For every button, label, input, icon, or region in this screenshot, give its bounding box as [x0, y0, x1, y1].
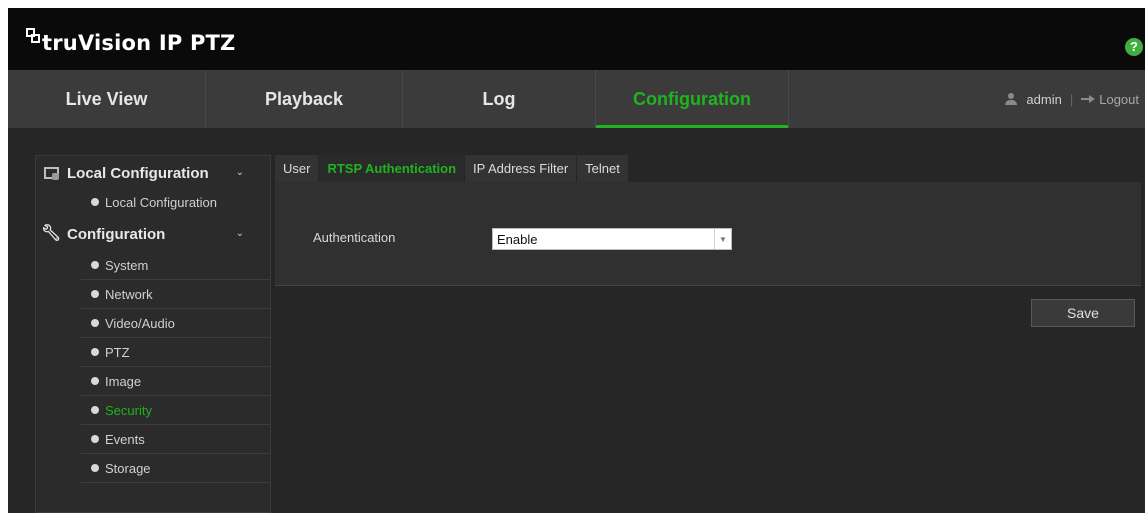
- tab-telnet[interactable]: Telnet: [577, 155, 629, 182]
- bullet-icon: [91, 348, 99, 356]
- logout-icon[interactable]: [1081, 95, 1096, 103]
- sidebar-item-system[interactable]: System: [81, 251, 270, 280]
- tab-live-view[interactable]: Live View: [8, 70, 206, 128]
- sidebar-group-label: Configuration: [67, 225, 166, 243]
- tab-user[interactable]: User: [275, 155, 320, 182]
- tab-configuration[interactable]: Configuration: [596, 70, 789, 128]
- chevron-down-icon[interactable]: ⌄: [236, 228, 244, 239]
- tab-ip-address-filter[interactable]: IP Address Filter: [465, 155, 578, 182]
- sidebar-item-label: PTZ: [105, 344, 130, 360]
- sidebar-group-local-configuration[interactable]: Local Configuration ⌄: [36, 156, 270, 190]
- tab-playback[interactable]: Playback: [206, 70, 403, 128]
- save-button[interactable]: Save: [1031, 299, 1135, 327]
- sidebar-group-label: Local Configuration: [67, 164, 209, 182]
- sidebar-group-configuration[interactable]: 🔧︎ Configuration ⌄: [36, 217, 270, 251]
- sidebar-item-local-configuration[interactable]: Local Configuration: [81, 190, 270, 214]
- main-nav: Live View Playback Log Configuration: [8, 70, 1145, 128]
- sidebar: Local Configuration ⌄ Local Configuratio…: [35, 155, 271, 513]
- sidebar-item-label: Video/Audio: [105, 315, 175, 331]
- app-window: truVision IP PTZ ? Live View Playback Lo…: [8, 8, 1145, 513]
- bullet-icon: [91, 198, 99, 206]
- sidebar-item-label: Security: [105, 402, 152, 418]
- sidebar-item-security[interactable]: Security: [81, 396, 270, 425]
- bullet-icon: [91, 290, 99, 298]
- help-icon[interactable]: ?: [1125, 38, 1143, 56]
- sidebar-item-storage[interactable]: Storage: [81, 454, 270, 483]
- chevron-down-icon[interactable]: ⌄: [236, 167, 244, 178]
- bullet-icon: [91, 261, 99, 269]
- bullet-icon: [91, 435, 99, 443]
- content-area: User RTSP Authentication IP Address Filt…: [275, 155, 1145, 513]
- sidebar-item-events[interactable]: Events: [81, 425, 270, 454]
- sidebar-item-image[interactable]: Image: [81, 367, 270, 396]
- bullet-icon: [91, 319, 99, 327]
- chevron-down-icon: ▼: [714, 229, 731, 249]
- tab-rtsp-authentication[interactable]: RTSP Authentication: [319, 155, 466, 182]
- sidebar-item-label: System: [105, 257, 149, 273]
- brand-name: truVision IP PTZ: [42, 31, 236, 55]
- tab-log[interactable]: Log: [403, 70, 596, 128]
- sidebar-item-label: Image: [105, 373, 142, 389]
- sidebar-item-video-audio[interactable]: Video/Audio: [81, 309, 270, 338]
- authentication-label: Authentication: [313, 230, 396, 245]
- authentication-select[interactable]: Enable ▼: [492, 228, 732, 250]
- monitor-icon: [40, 164, 62, 182]
- logo: truVision IP PTZ: [26, 28, 236, 58]
- header-bar: truVision IP PTZ ?: [8, 8, 1145, 70]
- bullet-icon: [91, 377, 99, 385]
- security-tabs: User RTSP Authentication IP Address Filt…: [275, 155, 1145, 182]
- sidebar-item-ptz[interactable]: PTZ: [81, 338, 270, 367]
- logo-icon: [26, 28, 41, 45]
- username-label: admin: [1026, 91, 1062, 107]
- settings-panel: Authentication Enable ▼: [275, 182, 1141, 286]
- sidebar-item-network[interactable]: Network: [81, 280, 270, 309]
- sidebar-item-label: Local Configuration: [105, 194, 218, 210]
- sidebar-item-label: Network: [105, 286, 153, 302]
- user-separator: |: [1069, 91, 1074, 107]
- sidebar-item-label: Storage: [105, 460, 151, 476]
- logout-link[interactable]: Logout: [1099, 92, 1139, 107]
- user-area: admin | Logout: [1005, 70, 1139, 128]
- sidebar-item-label: Events: [105, 431, 145, 447]
- wrench-icon: 🔧︎: [40, 225, 62, 242]
- user-icon: [1005, 93, 1018, 105]
- bullet-icon: [91, 406, 99, 414]
- authentication-value: Enable: [497, 231, 538, 247]
- bullet-icon: [91, 464, 99, 472]
